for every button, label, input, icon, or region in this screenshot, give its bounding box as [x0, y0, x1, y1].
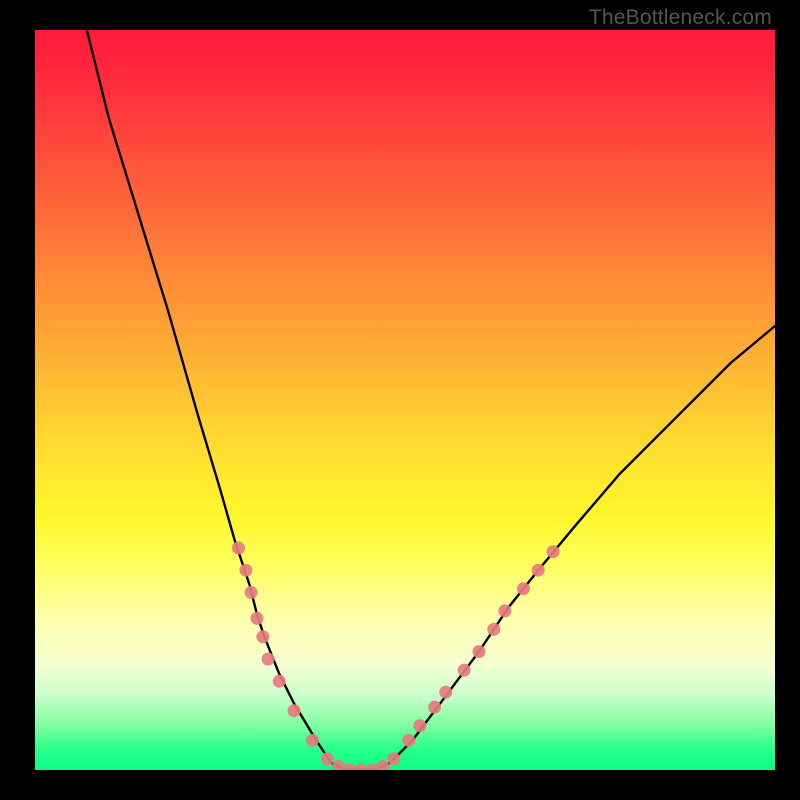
- data-point: [532, 564, 545, 577]
- data-point: [439, 686, 452, 699]
- data-point: [239, 564, 252, 577]
- data-point: [402, 734, 415, 747]
- data-point: [332, 760, 345, 770]
- data-point: [262, 653, 275, 666]
- data-point: [498, 604, 511, 617]
- data-point: [413, 719, 426, 732]
- data-point: [245, 586, 258, 599]
- data-point: [428, 701, 441, 714]
- data-point: [547, 545, 560, 558]
- watermark-text: TheBottleneck.com: [589, 6, 772, 30]
- data-point: [487, 623, 500, 636]
- data-point: [321, 752, 334, 765]
- data-point: [343, 764, 356, 771]
- data-point: [365, 764, 378, 771]
- data-point: [251, 612, 264, 625]
- data-point: [517, 582, 530, 595]
- data-point: [273, 675, 286, 688]
- chart-frame: TheBottleneck.com: [0, 0, 800, 800]
- data-point: [306, 734, 319, 747]
- data-point: [376, 760, 389, 770]
- data-point: [387, 752, 400, 765]
- curve-layer: [87, 30, 775, 770]
- data-points-layer: [232, 542, 560, 771]
- data-point: [458, 664, 471, 677]
- chart-svg: [35, 30, 775, 770]
- data-point: [288, 704, 301, 717]
- data-point: [473, 645, 486, 658]
- data-point: [232, 542, 245, 555]
- data-point: [354, 764, 367, 771]
- data-point: [256, 630, 269, 643]
- plot-area: [35, 30, 775, 770]
- bottleneck-curve: [87, 30, 775, 770]
